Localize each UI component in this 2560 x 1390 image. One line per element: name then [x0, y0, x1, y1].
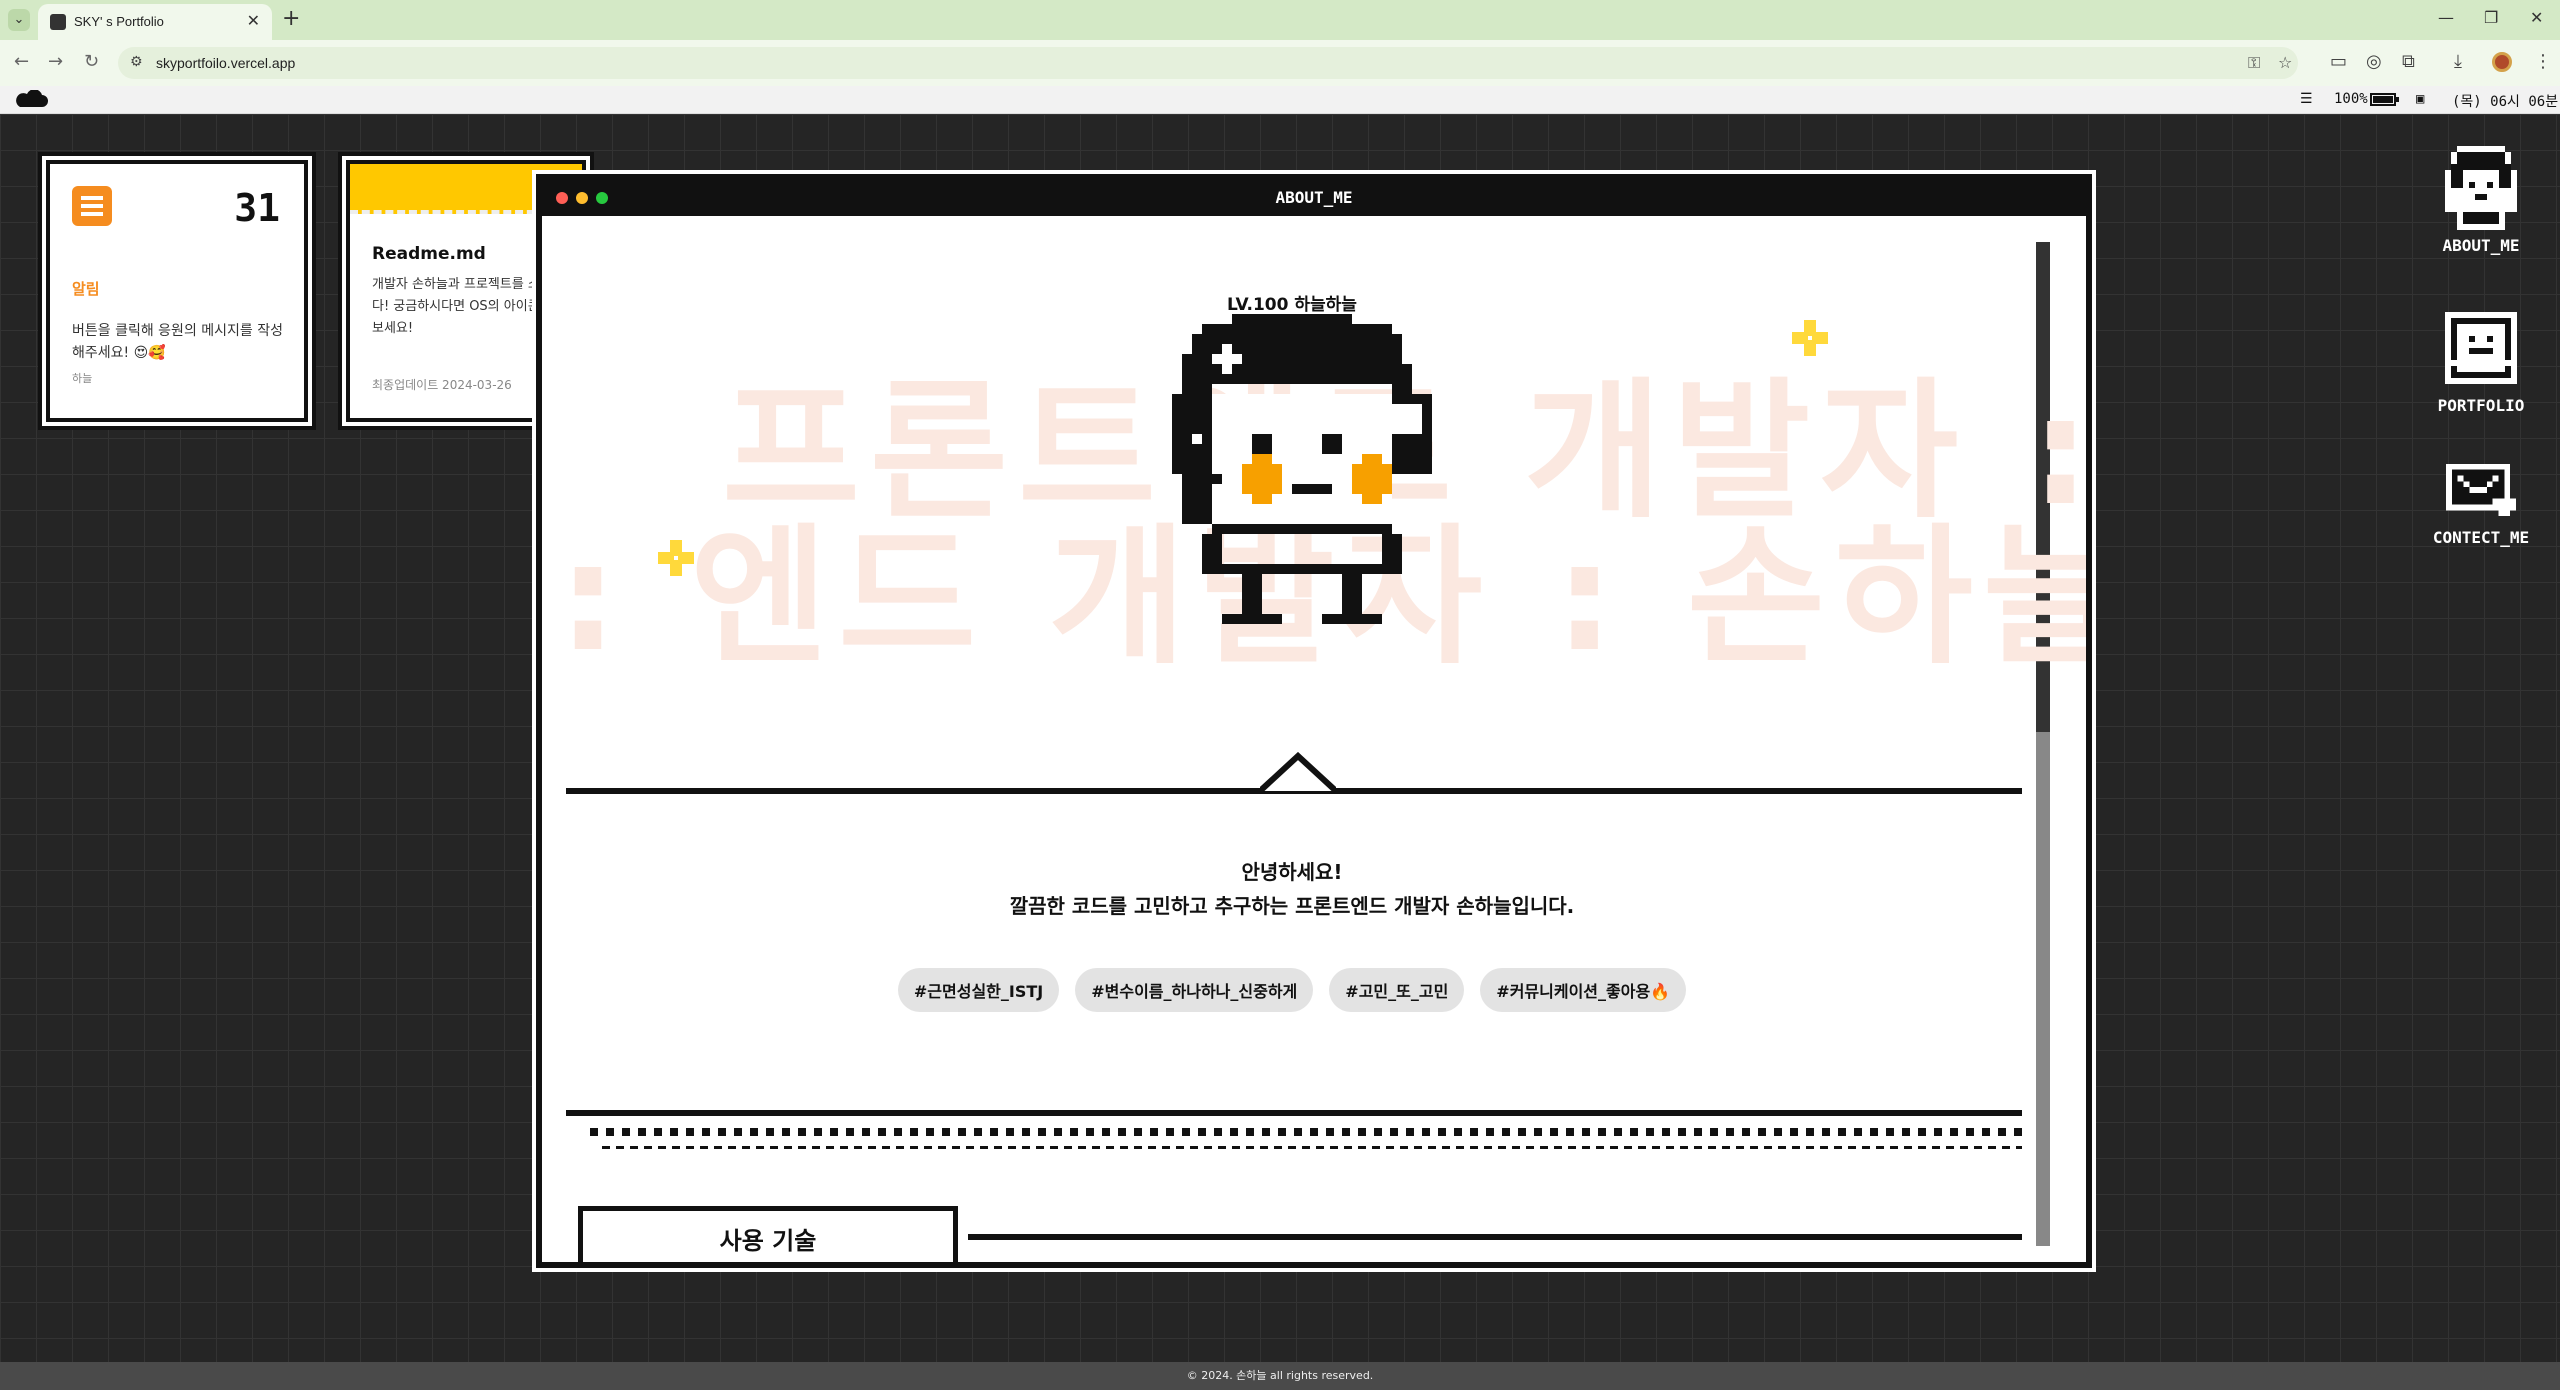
tag-chip: #근면성실한_ISTJ — [897, 968, 1060, 1012]
notice-widget[interactable]: 31 알림 버튼을 클릭해 응원의 메시지를 작성해주세요! 😍🥰 하늘 — [42, 156, 312, 426]
notice-text: 버튼을 클릭해 응원의 메시지를 작성해주세요! 😍🥰 — [72, 323, 283, 361]
desktop: 31 알림 버튼을 클릭해 응원의 메시지를 작성해주세요! 😍🥰 하늘 Rea… — [0, 114, 2560, 1362]
desktop-icon-about-me[interactable]: ABOUT_ME — [2416, 146, 2546, 255]
notice-title: 알림 — [72, 280, 100, 298]
section-divider — [566, 1110, 2022, 1116]
mail-heart-icon — [2446, 463, 2516, 517]
calendar-day: 31 — [234, 186, 280, 230]
os-menu-bar: ☰ 100% ▣ (목) 06시 06분 — [0, 86, 2560, 114]
divider-notch — [1260, 752, 1336, 794]
bookmark-star-icon[interactable]: ☆ — [2278, 53, 2292, 72]
desktop-icon-label: CONTECT_ME — [2432, 528, 2530, 547]
puzzle-icon[interactable]: ⧉ — [2402, 51, 2415, 72]
about-me-window[interactable]: ABOUT_ME 프론트엔드 개발자 : : 엔드 개발자 : 손하늘 LV.1… — [536, 174, 2092, 1268]
address-bar[interactable]: ⚙ skyportfoilo.vercel.app ⚿ ☆ — [118, 47, 2298, 79]
tag-list: #근면성실한_ISTJ #변수이름_하나하나_신중하게 #고민_또_고민 #커뮤… — [542, 968, 2042, 1012]
skills-section-tab: 사용 기술 — [578, 1206, 958, 1262]
section-divider — [968, 1234, 2022, 1240]
avatar-icon — [2445, 146, 2517, 230]
window-title: ABOUT_ME — [1275, 188, 1353, 207]
favicon-icon — [50, 14, 66, 30]
pixel-avatar-icon — [1172, 314, 1432, 624]
battery-icon — [2370, 93, 2399, 106]
readme-date: 최종업데이트 2024-03-26 — [372, 378, 512, 392]
download-icon[interactable]: ⤓ — [2454, 51, 2462, 72]
sparkle-icon — [1792, 320, 1828, 356]
window-titlebar[interactable]: ABOUT_ME — [542, 180, 2086, 216]
dotted-divider — [590, 1128, 2022, 1136]
greeting-text: 안녕하세요! — [1241, 860, 1343, 884]
folder-icon — [2445, 312, 2517, 384]
tag-chip: #변수이름_하나하나_신중하게 — [1075, 968, 1314, 1012]
url-text: skyportfoilo.vercel.app — [156, 55, 296, 71]
sparkle-icon — [658, 540, 694, 576]
skills-heading: 사용 기술 — [719, 1227, 817, 1255]
forward-button[interactable]: → — [48, 51, 63, 72]
restore-button[interactable]: ❐ — [2484, 8, 2498, 27]
desktop-icon-portfolio[interactable]: PORTFOLIO — [2416, 306, 2546, 415]
dotted-divider — [602, 1146, 2022, 1149]
close-window-button[interactable]: ✕ — [2530, 8, 2543, 27]
site-info-icon[interactable]: ⚙ — [130, 54, 143, 70]
intro-text: 깔끔한 코드를 고민하고 추구하는 프론트엔드 개발자 손하늘입니다. — [1009, 894, 1575, 918]
back-button[interactable]: ← — [14, 51, 29, 72]
clock: (목) 06시 06분 — [2452, 94, 2559, 110]
cast-icon[interactable]: ▭ — [2330, 51, 2347, 72]
list-icon — [72, 186, 112, 226]
desktop-icon-label: ABOUT_ME — [2442, 236, 2520, 255]
password-key-icon[interactable]: ⚿ — [2248, 53, 2260, 73]
battery-percent: 100% — [2334, 91, 2368, 107]
profile-avatar[interactable] — [2492, 52, 2512, 72]
browser-tab[interactable]: SKY' s Portfolio ✕ — [38, 4, 272, 40]
reload-button[interactable]: ↻ — [84, 51, 99, 72]
tab-title: SKY' s Portfolio — [74, 14, 164, 29]
new-tab-button[interactable]: + — [282, 6, 300, 31]
tab-search-button[interactable]: ⌄ — [8, 9, 30, 31]
desktop-icon-label: PORTFOLIO — [2437, 396, 2525, 415]
keyboard-icon[interactable]: ▣ — [2416, 91, 2424, 107]
cloud-logo-icon[interactable] — [14, 90, 48, 108]
browser-toolbar: ← → ↻ ⚙ skyportfoilo.vercel.app ⚿ ☆ — [0, 40, 2560, 86]
desktop-icon-contact-me[interactable]: CONTECT_ME — [2416, 458, 2546, 547]
level-label: LV.100 하늘하늘 — [1227, 295, 1357, 315]
footer: © 2024. 손하늘 all rights reserved. — [0, 1362, 2560, 1390]
kebab-menu-icon[interactable]: ⋮ — [2534, 51, 2552, 72]
minimize-button[interactable]: — — [2438, 8, 2454, 27]
tag-chip: #고민_또_고민 — [1329, 968, 1465, 1012]
wifi-icon[interactable]: ☰ — [2300, 91, 2313, 107]
readme-title: Readme.md — [372, 244, 486, 264]
browser-tab-strip: ⌄ SKY' s Portfolio ✕ + — ❐ ✕ — [0, 0, 2560, 40]
notice-user: 하늘 — [72, 372, 93, 385]
close-tab-icon[interactable]: ✕ — [247, 11, 260, 30]
tag-chip: #커뮤니케이션_좋아용🔥 — [1480, 968, 1687, 1012]
extension-icon[interactable]: ◎ — [2366, 51, 2382, 72]
